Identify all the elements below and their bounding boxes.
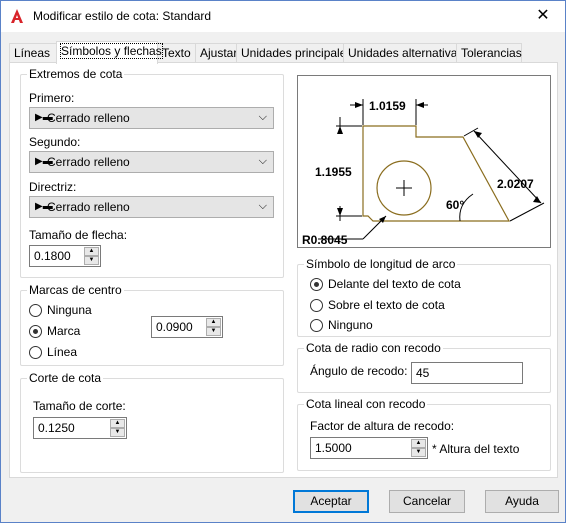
title-bar: Modificar estilo de cota: Standard ✕ xyxy=(1,1,565,32)
preview-radius: R0.8045 xyxy=(302,233,348,247)
tab-tolerancias[interactable]: Tolerancias xyxy=(456,43,522,63)
spin-down-icon[interactable]: ▼ xyxy=(206,327,221,336)
arrow-size-label: Tamaño de flecha: xyxy=(29,228,128,242)
preview-dim-right: 2.0207 xyxy=(497,177,534,191)
cancel-button[interactable]: Cancelar xyxy=(389,490,465,513)
arrowheads-group: Extremos de cota Primero: ▶▬ Cerrado rel… xyxy=(20,67,284,278)
spin-up-icon[interactable]: ▲ xyxy=(206,318,221,327)
dim-break-group: Corte de cota Tamaño de corte: 0.1250 ▲ ▼ xyxy=(20,371,284,473)
chevron-down-icon: ⌵ xyxy=(258,155,267,167)
linear-jog-group-label: Cota lineal con recodo xyxy=(304,397,428,411)
chevron-down-icon: ⌵ xyxy=(258,200,267,212)
linear-jog-group: Cota lineal con recodo Factor de altura … xyxy=(297,397,551,471)
break-size-label: Tamaño de corte: xyxy=(33,399,126,413)
jog-height-factor-suffix: * Altura del texto xyxy=(432,442,520,456)
arc-length-group-label: Símbolo de longitud de arco xyxy=(304,257,458,271)
second-arrow-label: Segundo: xyxy=(29,135,81,149)
center-mark-size-spinner[interactable]: 0.0900 ▲ ▼ xyxy=(151,316,223,338)
chevron-down-icon: ⌵ xyxy=(258,111,267,123)
center-marks-group: Marcas de centro Ninguna Marca Línea 0.0… xyxy=(20,283,284,366)
arc-length-group: Símbolo de longitud de arco Delante del … xyxy=(297,257,551,337)
center-marks-group-label: Marcas de centro xyxy=(27,283,124,297)
leader-arrow-select[interactable]: ▶▬ Cerrado relleno ⌵ xyxy=(29,196,274,218)
arrow-size-spinner[interactable]: 0.1800 ▲ ▼ xyxy=(29,245,101,267)
tab-unidades-principales[interactable]: Unidades principales xyxy=(236,43,352,63)
spin-up-icon[interactable]: ▲ xyxy=(84,247,99,256)
spin-down-icon[interactable]: ▼ xyxy=(411,448,426,457)
preview-drawing: 1.0159 1.1955 2.0207 60° R0.8045 xyxy=(302,99,545,247)
preview-dim-left: 1.1955 xyxy=(315,165,352,179)
tab-panel: Extremos de cota Primero: ▶▬ Cerrado rel… xyxy=(9,62,558,478)
window-title: Modificar estilo de cota: Standard xyxy=(33,9,212,23)
close-icon: ✕ xyxy=(536,7,550,24)
preview-dim-top: 1.0159 xyxy=(369,99,406,113)
second-arrow-select[interactable]: ▶▬ Cerrado relleno ⌵ xyxy=(29,151,274,173)
spin-down-icon[interactable]: ▼ xyxy=(84,256,99,265)
tab-unidades-alternativas[interactable]: Unidades alternativas xyxy=(343,43,463,63)
preview-outline xyxy=(362,125,511,222)
preview-angle: 60° xyxy=(446,198,464,212)
tab-ajustar[interactable]: Ajustar xyxy=(195,43,237,63)
spin-up-icon[interactable]: ▲ xyxy=(110,419,125,428)
jog-height-factor-spinner[interactable]: 1.5000 ▲ ▼ xyxy=(310,437,428,459)
dimension-preview: 1.0159 1.1955 2.0207 60° R0.8045 xyxy=(297,75,551,248)
spin-down-icon[interactable]: ▼ xyxy=(110,428,125,437)
autocad-logo-icon xyxy=(11,9,23,23)
break-size-spinner[interactable]: 0.1250 ▲ ▼ xyxy=(33,417,127,439)
help-button[interactable]: Ayuda xyxy=(485,490,559,513)
ok-button[interactable]: Aceptar xyxy=(293,490,369,513)
first-arrow-select[interactable]: ▶▬ Cerrado relleno ⌵ xyxy=(29,107,274,129)
tab-lineas[interactable]: Líneas xyxy=(9,43,57,63)
first-arrow-label: Primero: xyxy=(29,91,75,105)
radius-jog-group-label: Cota de radio con recodo xyxy=(304,341,443,355)
jog-angle-label: Ángulo de recodo: xyxy=(310,364,408,378)
jog-height-factor-label: Factor de altura de recodo: xyxy=(310,419,455,433)
leader-arrow-label: Directriz: xyxy=(29,180,77,194)
dialog-window: Modificar estilo de cota: Standard ✕ Lín… xyxy=(0,0,566,523)
arrowheads-group-label: Extremos de cota xyxy=(27,67,125,81)
radius-jog-group: Cota de radio con recodo Ángulo de recod… xyxy=(297,341,551,393)
jog-angle-input[interactable]: 45 xyxy=(411,362,523,384)
tab-texto[interactable]: Texto xyxy=(157,43,196,63)
close-button[interactable]: ✕ xyxy=(521,1,565,32)
dim-break-group-label: Corte de cota xyxy=(27,371,104,385)
spin-up-icon[interactable]: ▲ xyxy=(411,439,426,448)
tab-simbolos-y-flechas[interactable]: Símbolos y flechas xyxy=(56,41,163,64)
